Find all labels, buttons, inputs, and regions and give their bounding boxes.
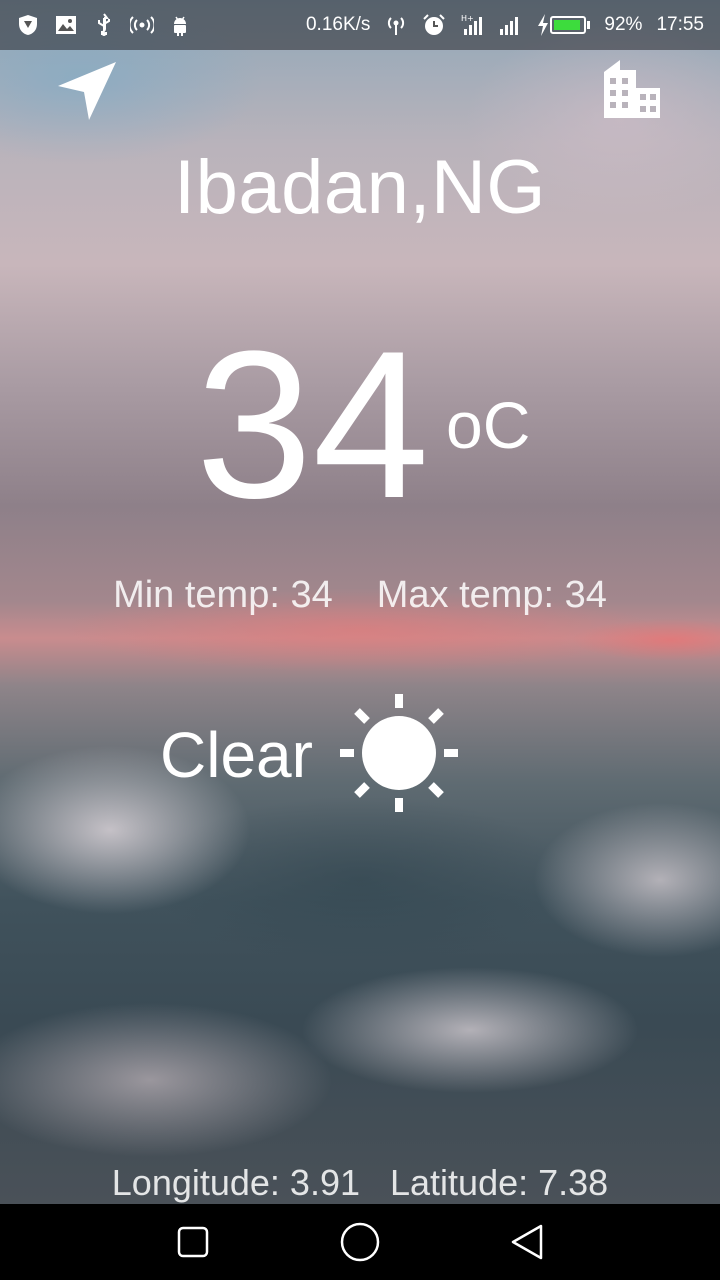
- status-bar-left: [16, 13, 192, 37]
- status-bar: 0.16K/s H+ 92% 17:55: [0, 0, 720, 50]
- status-bar-right: 0.16K/s H+ 92% 17:55: [306, 13, 704, 37]
- clock: 17:55: [656, 14, 704, 35]
- signal-icon: [500, 17, 519, 35]
- signal-hplus-icon: H+: [461, 14, 483, 35]
- max-temp: Max temp: 34: [376, 574, 607, 616]
- temperature-unit: oC: [446, 388, 531, 462]
- city-name: Ibadan,NG: [173, 145, 547, 230]
- min-temp: Min temp: 34: [113, 574, 333, 616]
- back-button[interactable]: [503, 1218, 551, 1266]
- longitude: Longitude: 3.91: [111, 1162, 361, 1203]
- recents-button[interactable]: [169, 1218, 217, 1266]
- navigation-arrow-icon[interactable]: [56, 60, 118, 122]
- coordinates: Longitude: 3.91 Latitude: 7.38: [0, 1162, 720, 1204]
- shield-icon: [19, 15, 37, 35]
- net-speed: 0.16K/s: [305, 14, 371, 35]
- alarm-icon: [423, 14, 446, 35]
- battery-tip: [587, 21, 591, 29]
- min-max-temps: Min temp: 34 Max temp: 34: [0, 574, 720, 617]
- weather-condition: Clear: [0, 690, 720, 820]
- sun-icon: [340, 694, 458, 812]
- temperature-block: 34 oC: [0, 320, 720, 530]
- back-triangle-icon: [511, 1224, 542, 1260]
- latitude: Latitude: 7.38: [390, 1162, 609, 1203]
- wifi-hotspot-icon: [388, 17, 405, 35]
- hotspot-icon: [130, 16, 154, 34]
- svg-text:H+: H+: [461, 14, 474, 23]
- temperature-value: 34: [195, 307, 430, 542]
- battery-fill: [554, 20, 581, 30]
- condition-text: Clear: [160, 719, 313, 791]
- android-icon: [174, 16, 186, 36]
- image-icon: [56, 16, 76, 34]
- home-button[interactable]: [336, 1218, 384, 1266]
- system-nav-bar: [0, 1204, 720, 1280]
- battery-icon: [550, 16, 587, 34]
- home-circle-icon: [340, 1222, 380, 1262]
- charging-icon: [538, 14, 549, 36]
- usb-icon: [98, 13, 110, 36]
- battery-percent: 92%: [604, 14, 643, 35]
- battery-indicator: [536, 14, 591, 36]
- city-building-icon[interactable]: [600, 58, 662, 120]
- recents-square-icon: [178, 1226, 209, 1258]
